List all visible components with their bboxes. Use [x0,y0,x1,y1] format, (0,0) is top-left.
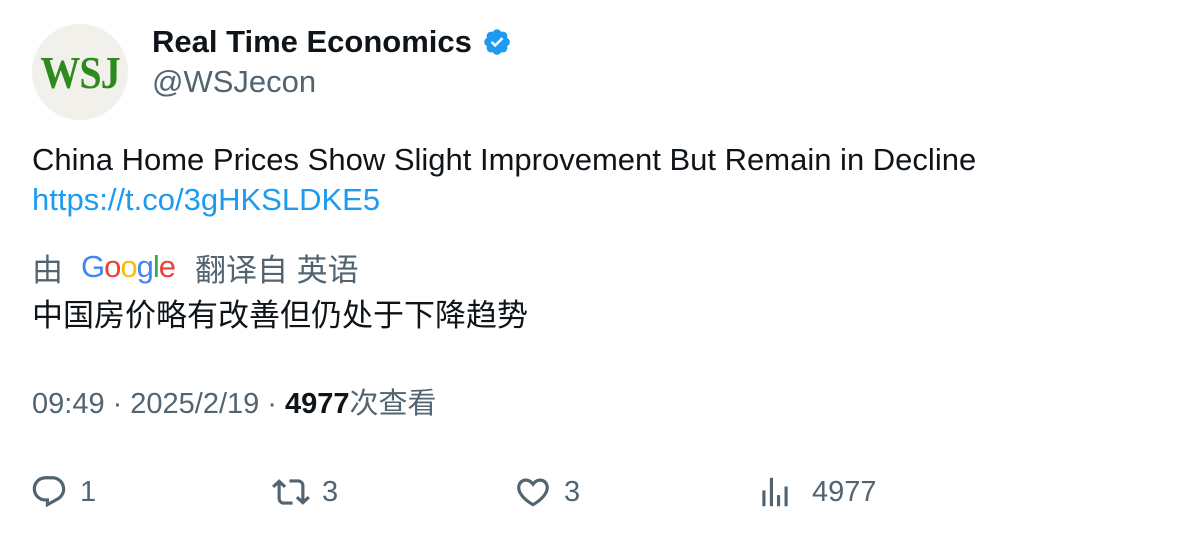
views-count: 4977 [812,475,877,508]
retweet-icon [272,479,310,505]
reply-icon [32,476,66,508]
meta-separator: · [267,388,277,420]
google-logo-letter: o [104,249,121,284]
google-logo-letter: G [81,249,105,284]
meta-separator: · [112,388,123,420]
google-logo-letter: g [136,249,154,284]
tweet-card: WSJ Real Time Economics @WSJecon China H… [0,0,1196,538]
translation-suffix: 翻译自 英语 [195,252,359,288]
google-logo: Google [81,249,176,285]
author-name-row: Real Time Economics [152,22,512,62]
avatar-logo: WSJ [40,46,120,98]
author-display-name[interactable]: Real Time Economics [152,24,472,60]
like-count: 3 [564,475,581,508]
tweet-link[interactable]: https://t.co/3gHKSLDKE5 [32,180,976,220]
google-logo-letter: o [120,249,137,284]
meta-views-label: 次查看 [349,388,437,420]
tweet-text: China Home Prices Show Slight Improvemen… [32,140,976,220]
bar-chart-icon [762,477,788,507]
author-handle[interactable]: @WSJecon [152,62,316,102]
reply-count: 1 [80,475,97,508]
heart-icon [517,478,549,507]
meta-views-count: 4977 [284,388,350,420]
tweet-meta: 09:49 · 2025/2/19 · 4977 次查看 [32,384,436,424]
tweet-time[interactable]: 09:49 [32,384,105,424]
tweet-text-content: China Home Prices Show Slight Improvemen… [32,142,977,177]
like-button[interactable]: 3 [514,470,580,514]
translated-text: 中国房价略有改善但仍处于下降趋势 [32,298,528,333]
translation-attribution: 由 Google 翻译自 英语 [32,246,359,288]
retweet-button[interactable]: 3 [272,470,338,514]
views-button[interactable]: 4977 [756,470,877,514]
google-logo-letter: e [158,249,176,284]
avatar[interactable]: WSJ [32,24,128,120]
verified-badge-icon [482,27,512,57]
reply-button[interactable]: 1 [30,470,96,514]
translation-prefix: 由 [32,252,63,288]
tweet-date[interactable]: 2025/2/19 [130,384,259,424]
retweet-count: 3 [322,475,339,508]
